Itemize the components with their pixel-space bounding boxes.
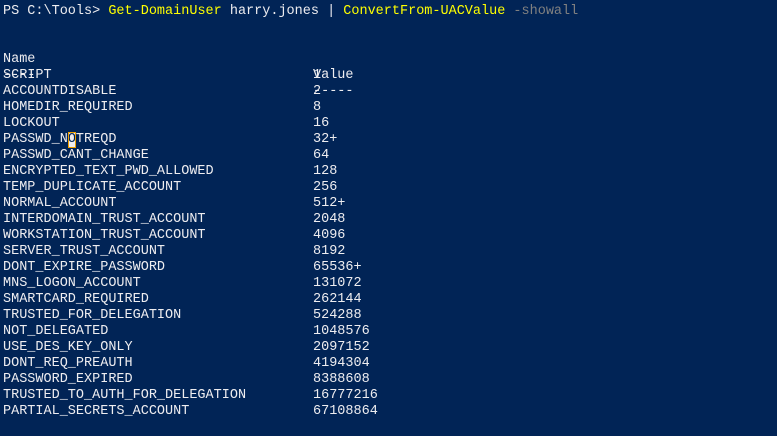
flag-name: SERVER_TRUST_ACCOUNT	[3, 244, 166, 259]
flag-value: 2	[313, 84, 322, 99]
flag-name: PASSWD_CANT_CHANGE	[3, 148, 149, 163]
flag-name: PASSWD_NOTREQD	[3, 132, 117, 148]
table-row: LOCKOUT 16	[0, 116, 777, 132]
table-row: PASSWD_NOTREQD 32+	[0, 132, 777, 148]
table-row: TRUSTED_FOR_DELEGATION 524288	[0, 308, 777, 324]
command-argument: harry.jones |	[221, 4, 344, 19]
flag-name: DONT_EXPIRE_PASSWORD	[3, 260, 166, 275]
flag-value: 64	[313, 148, 330, 163]
flag-value: 2097152	[313, 340, 370, 355]
prompt-path: PS C:\Tools>	[3, 4, 109, 19]
flag-name: PARTIAL_SECRETS_ACCOUNT	[3, 404, 190, 419]
flag-name: USE_DES_KEY_ONLY	[3, 340, 133, 355]
text-cursor: O	[67, 132, 76, 148]
flag-name: ACCOUNTDISABLE	[3, 84, 117, 99]
table-row: PASSWD_CANT_CHANGE 64	[0, 148, 777, 164]
table-row: SCRIPT 1	[0, 68, 777, 84]
table-row: TEMP_DUPLICATE_ACCOUNT 256	[0, 180, 777, 196]
flag-value: 512+	[313, 196, 346, 211]
table-row: SERVER_TRUST_ACCOUNT 8192	[0, 244, 777, 260]
table-row: MNS_LOGON_ACCOUNT 131072	[0, 276, 777, 292]
flag-value: 16777216	[313, 388, 378, 403]
table-row: USE_DES_KEY_ONLY 2097152	[0, 340, 777, 356]
flag-name: WORKSTATION_TRUST_ACCOUNT	[3, 228, 206, 243]
flag-value: 65536+	[313, 260, 362, 275]
flag-value: 32+	[313, 132, 338, 147]
table-row: PARTIAL_SECRETS_ACCOUNT 67108864	[0, 404, 777, 420]
flag-name: PASSWORD_EXPIRED	[3, 372, 133, 387]
flag-value: 67108864	[313, 404, 378, 419]
table-row: DONT_EXPIRE_PASSWORD 65536+	[0, 260, 777, 276]
table-row: ACCOUNTDISABLE 2	[0, 84, 777, 100]
command-get-domainuser: Get-DomainUser	[108, 4, 222, 19]
flag-name: TRUSTED_FOR_DELEGATION	[3, 308, 182, 323]
flag-name: SMARTCARD_REQUIRED	[3, 292, 149, 307]
flag-value: 4194304	[313, 356, 370, 371]
flag-name: SCRIPT	[3, 68, 52, 83]
table-row: INTERDOMAIN_TRUST_ACCOUNT 2048	[0, 212, 777, 228]
flag-value: 4096	[313, 228, 346, 243]
flag-name: HOMEDIR_REQUIRED	[3, 100, 133, 115]
table-row: NORMAL_ACCOUNT 512+	[0, 196, 777, 212]
table-row: NOT_DELEGATED 1048576	[0, 324, 777, 340]
flag-name: TRUSTED_TO_AUTH_FOR_DELEGATION	[3, 388, 247, 403]
flag-name: MNS_LOGON_ACCOUNT	[3, 276, 141, 291]
table-row: SMARTCARD_REQUIRED 262144	[0, 292, 777, 308]
flag-name: DONT_REQ_PREAUTH	[3, 356, 133, 371]
table-row: TRUSTED_TO_AUTH_FOR_DELEGATION 16777216	[0, 388, 777, 404]
flag-name: NORMAL_ACCOUNT	[3, 196, 117, 211]
flag-value: 256	[313, 180, 338, 195]
table-row: ENCRYPTED_TEXT_PWD_ALLOWED 128	[0, 164, 777, 180]
table-header: Name Value	[0, 36, 777, 83]
flag-value: 16	[313, 116, 330, 131]
table-row: DONT_REQ_PREAUTH 4194304	[0, 356, 777, 372]
flag-value: 128	[313, 164, 338, 179]
table-row: HOMEDIR_REQUIRED 8	[0, 100, 777, 116]
flag-name: ENCRYPTED_TEXT_PWD_ALLOWED	[3, 164, 214, 179]
command-convertfrom-uacvalue: ConvertFrom-UACValue	[343, 4, 506, 19]
flag-name: TEMP_DUPLICATE_ACCOUNT	[3, 180, 182, 195]
flag-value: 262144	[313, 292, 362, 307]
powershell-console[interactable]: PS C:\Tools> Get-DomainUser harry.jones …	[0, 0, 777, 436]
table-row: PASSWORD_EXPIRED 8388608	[0, 372, 777, 388]
flag-value: 2048	[313, 212, 346, 227]
command-prompt-line: PS C:\Tools> Get-DomainUser harry.jones …	[3, 4, 578, 20]
command-parameter: -showall	[513, 4, 579, 19]
flag-name: NOT_DELEGATED	[3, 324, 109, 339]
flag-value: 524288	[313, 308, 362, 323]
table-row: WORKSTATION_TRUST_ACCOUNT 4096	[0, 228, 777, 244]
flag-value: 131072	[313, 276, 362, 291]
flag-value: 8388608	[313, 372, 370, 387]
flag-value: 1	[313, 68, 322, 83]
flag-value: 1048576	[313, 324, 370, 339]
flag-value: 8192	[313, 244, 346, 259]
flag-name: LOCKOUT	[3, 116, 60, 131]
flag-name: INTERDOMAIN_TRUST_ACCOUNT	[3, 212, 206, 227]
table-header-underline: ---- -----	[0, 52, 777, 99]
flag-value: 8	[313, 100, 322, 115]
